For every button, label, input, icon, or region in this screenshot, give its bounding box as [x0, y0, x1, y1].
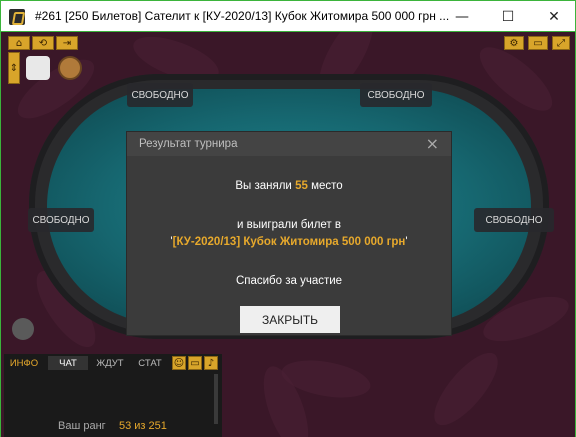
- place-suffix: место: [311, 180, 343, 192]
- fullscreen-icon[interactable]: ⤢: [552, 36, 570, 50]
- tab-chat[interactable]: ЧАТ: [48, 356, 88, 370]
- tab-waiting[interactable]: ЖДУТ: [90, 356, 130, 370]
- emoji-icon[interactable]: ☺: [172, 356, 186, 370]
- refresh-icon[interactable]: ⟲: [32, 36, 54, 50]
- window-title: #261 [250 Билетов] Сателит к [КУ-2020/13…: [35, 9, 450, 23]
- title-bar: #261 [250 Билетов] Сателит к [КУ-2020/13…: [0, 0, 576, 32]
- layout-icon[interactable]: ▭: [528, 36, 548, 50]
- home-button[interactable]: ⌂: [8, 36, 30, 50]
- cards-icon[interactable]: [26, 56, 50, 80]
- close-window-button[interactable]: ✕: [531, 1, 576, 32]
- sound-icon[interactable]: ♪: [204, 356, 218, 370]
- seat-left[interactable]: СВОБОДНО: [28, 208, 94, 232]
- ticket-quote-close: ': [405, 236, 408, 248]
- close-dialog-button[interactable]: ЗАКРЫТЬ: [240, 306, 340, 333]
- seat-top-left[interactable]: СВОБОДНО: [127, 83, 193, 107]
- chat-scrollbar[interactable]: [214, 374, 218, 424]
- ticket-line: '[КУ-2020/13] Кубок Житомира 500 000 грн…: [127, 236, 451, 248]
- seat-right[interactable]: СВОБОДНО: [474, 208, 554, 232]
- tab-info[interactable]: ИНФО: [6, 356, 42, 370]
- rank-label: Ваш ранг: [58, 420, 106, 432]
- rank-value: 53 из 251: [119, 420, 167, 432]
- close-icon[interactable]: ×: [426, 134, 439, 153]
- settings-icon[interactable]: ⚙: [504, 36, 524, 50]
- maximize-button[interactable]: ☐: [485, 1, 531, 32]
- chip-icon[interactable]: [58, 56, 82, 80]
- place-value: 55: [295, 180, 308, 192]
- won-ticket-line: и выиграли билет в: [236, 219, 342, 231]
- gift-icon[interactable]: [12, 318, 34, 340]
- ticket-name: [КУ-2020/13] Кубок Житомира 500 000 грн: [172, 236, 406, 248]
- place-line: Вы заняли 55 место: [127, 180, 451, 192]
- app-logo-icon: [9, 9, 25, 25]
- seat-top-right[interactable]: СВОБОДНО: [360, 83, 432, 107]
- expand-toggle-button[interactable]: ⇕: [8, 52, 20, 84]
- thanks-text: Спасибо за участие: [235, 275, 343, 287]
- dialog-title: Результат турнира: [139, 138, 238, 150]
- dialog-header: Результат турнира ×: [127, 132, 451, 156]
- place-prefix: Вы заняли: [235, 180, 292, 192]
- tournament-result-dialog: Результат турнира × Вы заняли 55 место и…: [126, 131, 452, 336]
- chat-bubble-icon[interactable]: ▭: [188, 356, 202, 370]
- exit-icon[interactable]: ⇥: [56, 36, 78, 50]
- tab-stats[interactable]: СТАТ: [132, 356, 168, 370]
- minimize-button[interactable]: —: [439, 1, 485, 32]
